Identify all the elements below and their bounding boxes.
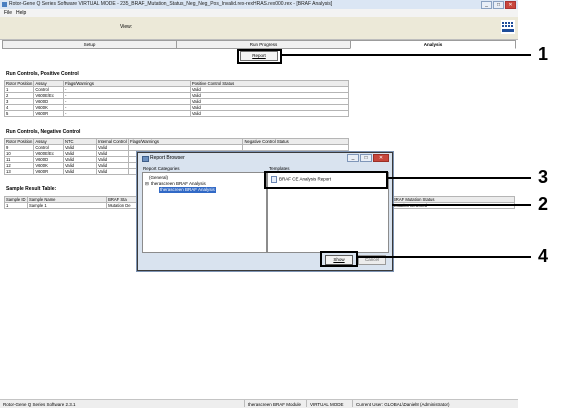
callout-lines [280, 54, 531, 258]
callout-number-3: 3 [538, 167, 549, 187]
callout-number-1: 1 [538, 44, 549, 64]
callout-number-4: 4 [538, 246, 549, 266]
callout-number-2: 2 [538, 194, 549, 214]
